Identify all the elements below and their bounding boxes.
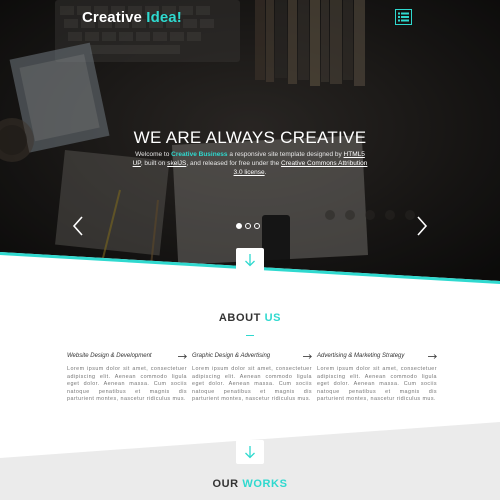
chevron-left-icon[interactable] bbox=[72, 216, 84, 236]
scroll-down-button[interactable] bbox=[236, 248, 264, 272]
logo-accent-text: Idea! bbox=[146, 9, 182, 26]
service-description-1: Lorem ipsum dolor sit amet, consectetuer… bbox=[67, 366, 187, 403]
slider-dot-2[interactable] bbox=[245, 223, 251, 229]
slider-pagination bbox=[236, 223, 260, 229]
service-heading-label: Graphic Design & Advertising bbox=[192, 353, 271, 359]
hero-text-part-5: . bbox=[264, 169, 267, 176]
hero-text-part-1: Welcome to bbox=[135, 151, 172, 158]
skeljs-link[interactable]: skelJS bbox=[167, 160, 186, 167]
logo-main-text: Creative bbox=[82, 9, 143, 26]
service-column-1: Website Design & Development Lorem ipsum… bbox=[67, 351, 187, 404]
arrow-right-icon bbox=[303, 353, 312, 359]
arrow-right-icon bbox=[178, 353, 187, 359]
hero-description: Welcome to Creative Business a responsiv… bbox=[130, 150, 370, 177]
site-logo[interactable]: Creative Idea! bbox=[82, 9, 182, 26]
service-heading-3[interactable]: Advertising & Marketing Strategy bbox=[317, 351, 437, 361]
service-column-3: Advertising & Marketing Strategy Lorem i… bbox=[317, 351, 437, 404]
about-title-accent: US bbox=[264, 312, 282, 324]
slider-dot-1[interactable] bbox=[236, 223, 242, 229]
about-title-underline bbox=[246, 335, 254, 336]
hero-brand-name: Creative Business bbox=[171, 151, 228, 158]
chevron-right-icon[interactable] bbox=[416, 216, 428, 236]
works-section-title: OUR WORKS bbox=[0, 478, 500, 490]
hero-text-part-2: a responsive site template designed by bbox=[227, 151, 344, 158]
hero-title: WE ARE ALWAYS CREATIVE bbox=[133, 128, 367, 147]
about-section-title: ABOUT US bbox=[0, 312, 500, 324]
works-title-accent: WORKS bbox=[242, 478, 288, 490]
service-description-3: Lorem ipsum dolor sit amet, consectetuer… bbox=[317, 366, 437, 403]
service-heading-label: Website Design & Development bbox=[67, 353, 152, 359]
service-heading-1[interactable]: Website Design & Development bbox=[67, 351, 187, 361]
slider-dot-3[interactable] bbox=[254, 223, 260, 229]
arrow-down-icon bbox=[245, 254, 255, 267]
arrow-right-icon bbox=[428, 353, 437, 359]
hamburger-menu-icon[interactable] bbox=[395, 9, 412, 25]
works-title-main: OUR bbox=[212, 478, 239, 490]
service-heading-2[interactable]: Graphic Design & Advertising bbox=[192, 351, 312, 361]
service-description-2: Lorem ipsum dolor sit amet, consectetuer… bbox=[192, 366, 312, 403]
scroll-down-button-2[interactable] bbox=[236, 440, 264, 464]
arrow-down-icon bbox=[245, 446, 255, 459]
hero-text-part-4: , and released for free under the bbox=[186, 160, 282, 167]
hero-text-part-3: , built on bbox=[140, 160, 168, 167]
service-column-2: Graphic Design & Advertising Lorem ipsum… bbox=[192, 351, 312, 404]
about-title-main: ABOUT bbox=[218, 312, 261, 324]
service-heading-label: Advertising & Marketing Strategy bbox=[317, 353, 405, 359]
